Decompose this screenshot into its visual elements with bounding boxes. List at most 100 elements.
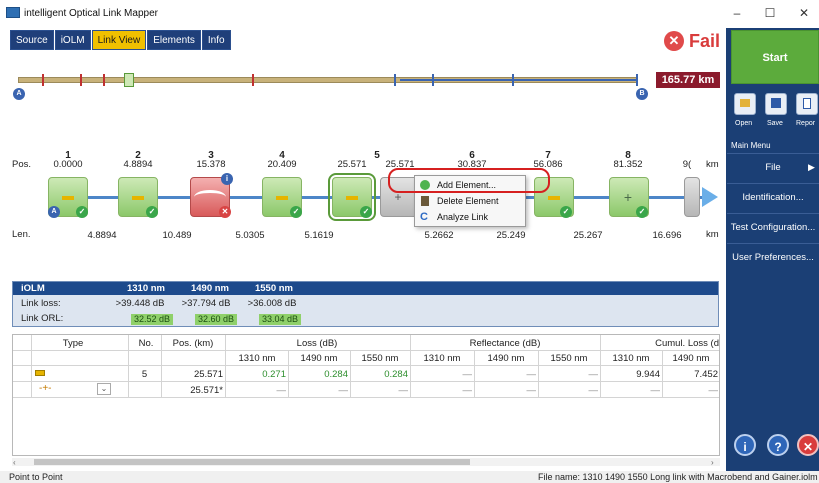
link-orl-label: Link ORL: [21, 313, 64, 324]
table-divider [13, 350, 719, 351]
trash-icon [421, 196, 429, 206]
status-file-name: File name: 1310 1490 1550 Long link with… [538, 472, 818, 482]
cell-reflectance: — [462, 385, 473, 396]
tab-iolm[interactable]: iOLM [54, 30, 91, 50]
view-tabs: Source iOLM Link View Elements Info [10, 30, 232, 50]
pass-check-icon: ✓ [290, 206, 302, 218]
link-event-marker [394, 74, 396, 86]
menu-item-analyze-link[interactable]: C Analyze Link [415, 209, 525, 225]
wavelength-header: 1310 nm [126, 283, 166, 294]
link-overview-thin-segment [400, 79, 638, 81]
splice-icon [276, 196, 288, 200]
wavelength-header: 1310 nm [238, 353, 276, 364]
span-length: 10.489 [162, 230, 192, 241]
scroll-right-icon[interactable]: › [711, 458, 714, 467]
exit-icon[interactable]: ✕ [797, 434, 819, 456]
link-fault-marker [42, 74, 44, 86]
tab-elements[interactable]: Elements [147, 30, 201, 50]
menu-identification[interactable]: Identification... [727, 183, 819, 211]
span-length: 5.1619 [304, 230, 334, 241]
wavelength-header: 1490 nm [300, 353, 338, 364]
scrollbar-thumb[interactable] [34, 459, 470, 465]
tab-info[interactable]: Info [201, 30, 231, 50]
link-fault-marker [103, 74, 105, 86]
connector-icon [62, 196, 74, 200]
maximize-button[interactable]: ☐ [755, 4, 785, 22]
wavelength-header: 1310 nm [612, 353, 650, 364]
wavelength-header: 1550 nm [550, 353, 588, 364]
link-orl-value: 32.52 dB [131, 314, 173, 325]
column-header-reflectance: Reflectance (dB) [469, 338, 541, 349]
cell-no: 5 [141, 369, 148, 380]
span-length: 4.8894 [87, 230, 117, 241]
main-menu-label: Main Menu [731, 141, 771, 150]
cell-reflectance: — [526, 369, 537, 380]
cell-loss: — [398, 385, 409, 396]
link-end-marker-icon: B [636, 88, 648, 100]
event-element-end[interactable] [684, 177, 700, 217]
link-view-window[interactable] [124, 73, 134, 87]
menu-test-configuration[interactable]: Test Configuration... [727, 213, 819, 241]
span-length: 5.2662 [424, 230, 454, 241]
span-length: 25.267 [573, 230, 603, 241]
app-logo-icon [6, 7, 20, 18]
event-position: 20.409 [267, 159, 297, 170]
folder-icon [740, 99, 750, 107]
report-label: Repor [796, 120, 816, 127]
gainer-icon: + [623, 189, 633, 205]
cell-reflectance: — [588, 385, 599, 396]
menu-file-label: File [765, 162, 781, 173]
link-loss-value: >37.794 dB [181, 298, 231, 309]
menu-user-preferences[interactable]: User Preferences... [727, 243, 819, 271]
wavelength-header: 1310 nm [423, 353, 461, 364]
menu-item-delete-element[interactable]: Delete Element [415, 193, 525, 209]
wavelength-header: 1550 nm [361, 353, 399, 364]
iolm-summary-panel: iOLM 1310 nm 1490 nm 1550 nm Link loss: … [12, 281, 719, 327]
close-button[interactable]: ✕ [789, 4, 819, 22]
cell-cumul-loss: — [650, 385, 661, 396]
wavelength-header: 1490 nm [487, 353, 525, 364]
position-unit: km [706, 159, 719, 170]
cell-cumul-loss: 9.944 [636, 369, 660, 380]
start-button[interactable]: Start [731, 30, 819, 84]
column-header-pos: Pos. (km) [172, 338, 214, 349]
open-label: Open [735, 120, 753, 127]
event-position: 9( [682, 159, 692, 170]
highlight-annotation [388, 168, 550, 193]
table-divider [13, 397, 719, 398]
report-icon [803, 98, 811, 109]
scroll-left-icon[interactable]: ‹ [13, 458, 16, 467]
splice-icon [548, 196, 560, 200]
span-length: 16.696 [652, 230, 682, 241]
link-loss-value: >36.008 dB [247, 298, 297, 309]
minimize-button[interactable]: – [722, 4, 752, 22]
cell-pos: 25.571* [190, 385, 223, 396]
tab-link-view[interactable]: Link View [91, 30, 147, 50]
link-event-marker [636, 74, 638, 86]
event-position: 15.378 [196, 159, 226, 170]
column-header-cumul-loss: Cumul. Loss (d [655, 338, 719, 349]
fail-x-icon: ✕ [664, 31, 684, 51]
menu-file[interactable]: File [727, 153, 819, 181]
summary-header: iOLM 1310 nm 1490 nm 1550 nm [13, 282, 718, 295]
event-position: 81.352 [613, 159, 643, 170]
chevron-down-icon[interactable]: ⌄ [97, 383, 111, 395]
link-event-marker [512, 74, 514, 86]
cell-loss: — [338, 385, 349, 396]
span-length: 25.249 [496, 230, 526, 241]
cell-cumul-loss: 7.452 [694, 369, 718, 380]
span-length: 5.0305 [235, 230, 265, 241]
cell-reflectance: — [526, 385, 537, 396]
length-label: Len. [12, 229, 31, 240]
splice-icon [132, 196, 144, 200]
pass-check-icon: ✓ [146, 206, 158, 218]
save-icon [771, 98, 781, 108]
info-icon[interactable]: i [734, 434, 756, 456]
cell-loss: 0.271 [262, 369, 286, 380]
tab-source[interactable]: Source [10, 30, 54, 50]
link-start-marker-icon: A [13, 88, 25, 100]
link-fault-marker [80, 74, 82, 86]
help-icon[interactable]: ? [767, 434, 789, 456]
cell-loss: 0.284 [384, 369, 408, 380]
fail-x-icon: ✕ [219, 206, 231, 218]
